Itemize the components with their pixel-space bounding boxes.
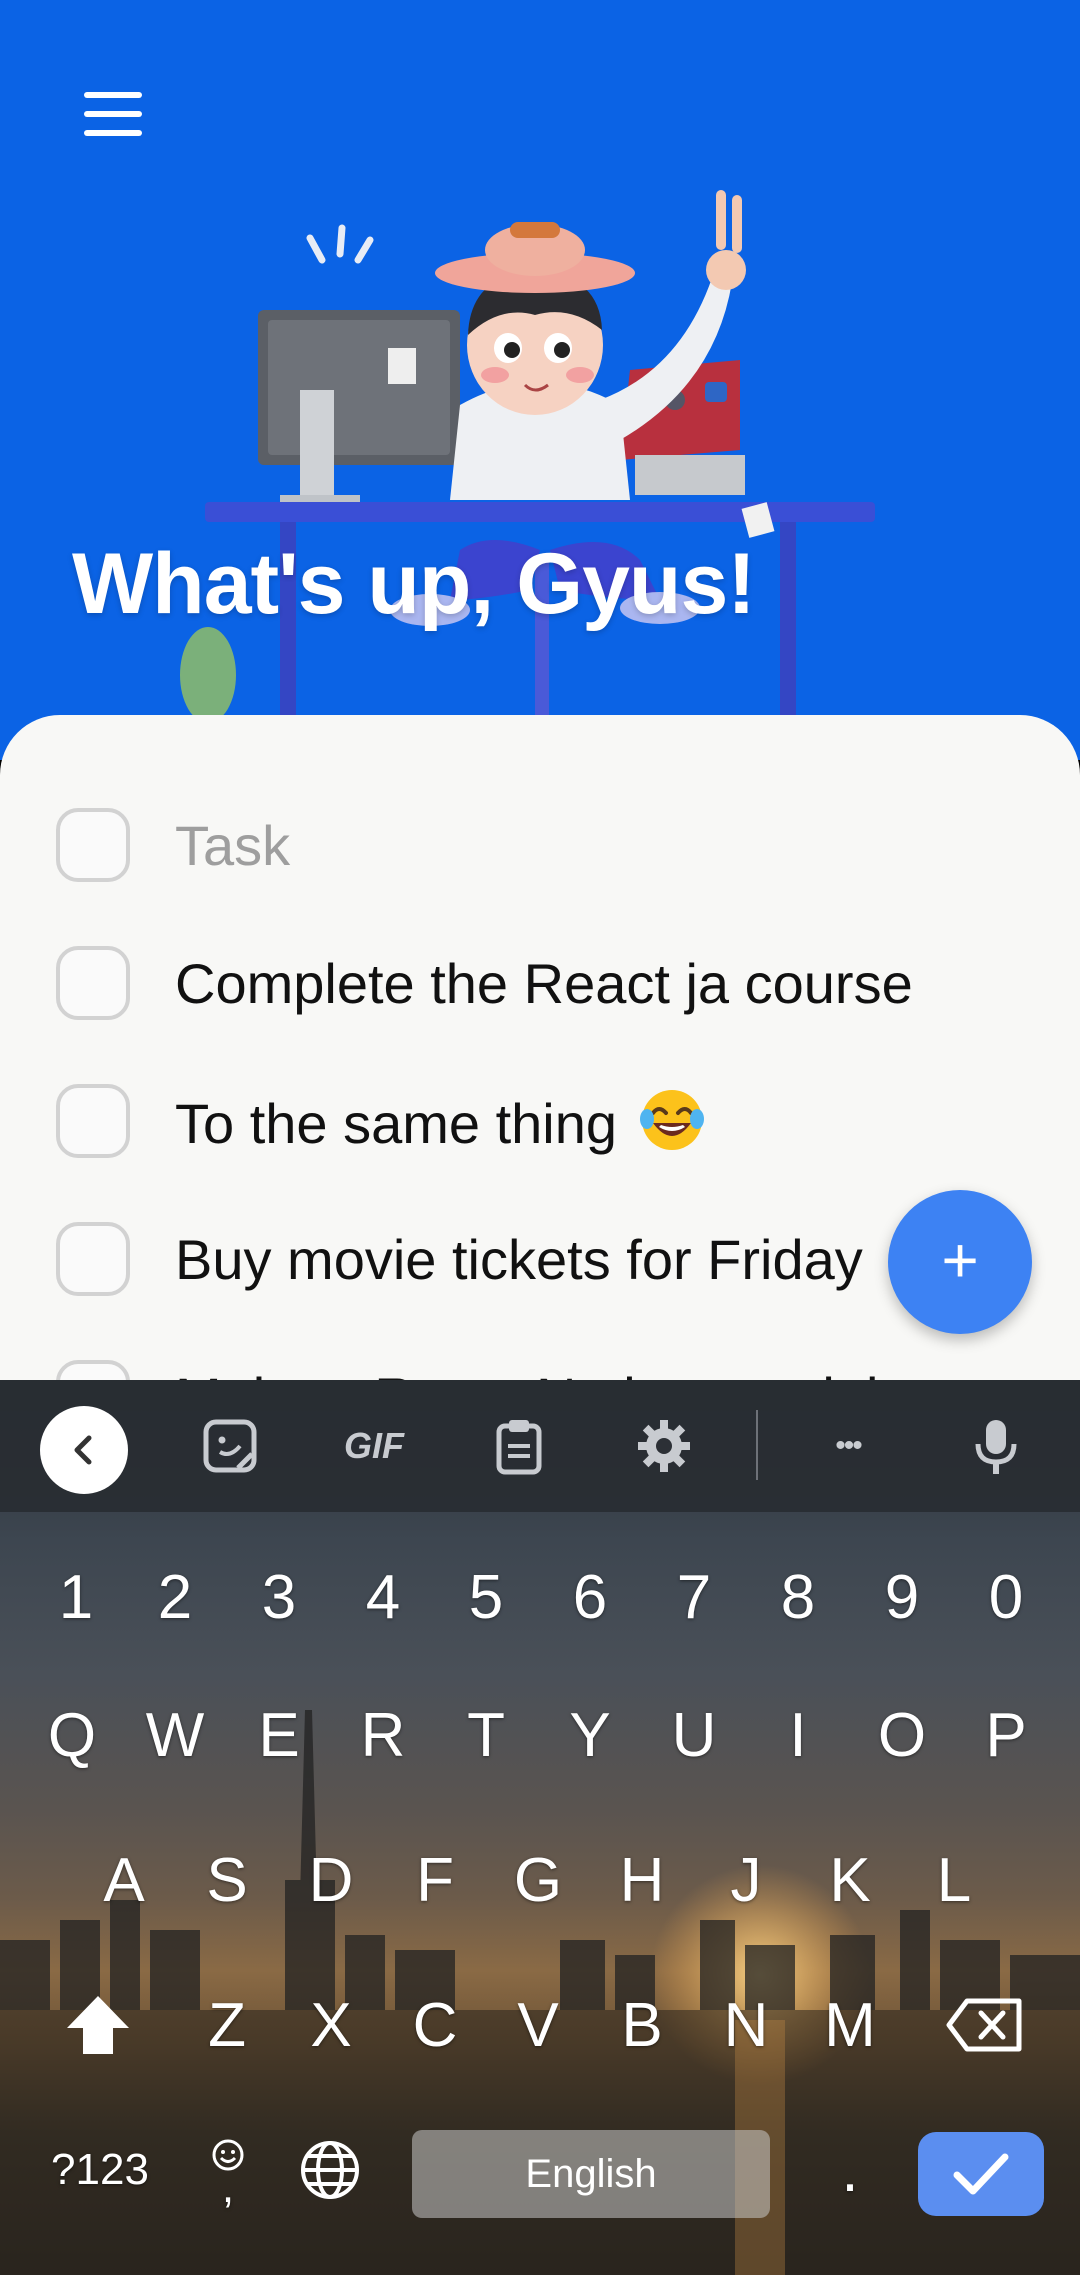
key-r[interactable]: R <box>335 1680 431 1790</box>
key-8[interactable]: 8 <box>750 1542 846 1652</box>
clipboard-icon[interactable] <box>475 1402 563 1490</box>
back-chevron-icon[interactable] <box>40 1406 128 1494</box>
key-2[interactable]: 2 <box>127 1542 223 1652</box>
task-checkbox[interactable] <box>56 946 130 1020</box>
shift-key[interactable] <box>50 1970 146 2080</box>
comma-emoji-key[interactable]: , <box>180 2115 276 2225</box>
task-row[interactable]: To the same thing <box>0 1061 1080 1181</box>
key-4[interactable]: 4 <box>335 1542 431 1652</box>
microphone-icon[interactable] <box>952 1402 1040 1490</box>
key-q[interactable]: Q <box>24 1680 120 1790</box>
task-checkbox[interactable] <box>56 1084 130 1158</box>
task-checkbox[interactable] <box>56 1360 130 1380</box>
key-d[interactable]: D <box>283 1825 379 1935</box>
key-c[interactable]: C <box>387 1970 483 2080</box>
plus-icon: + <box>941 1224 979 1296</box>
task-checkbox[interactable] <box>56 1222 130 1296</box>
key-e[interactable]: E <box>231 1680 327 1790</box>
key-y[interactable]: Y <box>542 1680 638 1790</box>
key-0[interactable]: 0 <box>958 1542 1054 1652</box>
key-a[interactable]: A <box>76 1825 172 1935</box>
task-text[interactable]: Complete the React ja course <box>175 951 913 1016</box>
key-n[interactable]: N <box>698 1970 794 2080</box>
key-k[interactable]: K <box>802 1825 898 1935</box>
workspace-illustration <box>180 190 875 730</box>
task-row[interactable]: Make a React Native tutorial <box>0 1337 1080 1380</box>
new-task-row[interactable]: Task <box>0 785 1080 905</box>
key-b[interactable]: B <box>594 1970 690 2080</box>
keyboard-toolbar: GIF ••• <box>0 1380 1080 1512</box>
task-text[interactable]: Make a React Native tutorial <box>175 1365 878 1381</box>
new-task-checkbox[interactable] <box>56 808 130 882</box>
key-6[interactable]: 6 <box>542 1542 638 1652</box>
key-g[interactable]: G <box>490 1825 586 1935</box>
symbols-key[interactable]: ?123 <box>40 2115 160 2225</box>
key-f[interactable]: F <box>387 1825 483 1935</box>
add-task-button[interactable]: + <box>888 1190 1032 1334</box>
gif-icon[interactable]: GIF <box>330 1402 418 1490</box>
key-3[interactable]: 3 <box>231 1542 327 1652</box>
task-text: To the same thing <box>175 1091 618 1155</box>
space-bar[interactable]: English <box>412 2130 770 2218</box>
key-o[interactable]: O <box>854 1680 950 1790</box>
key-i[interactable]: I <box>750 1680 846 1790</box>
settings-icon[interactable] <box>620 1402 708 1490</box>
tears-of-joy-emoji-icon <box>639 1089 704 1150</box>
key-w[interactable]: W <box>127 1680 223 1790</box>
gif-label: GIF <box>344 1425 404 1466</box>
greeting-title: What's up, Gyus! <box>72 536 756 632</box>
new-task-input[interactable]: Task <box>175 813 290 878</box>
key-t[interactable]: T <box>438 1680 534 1790</box>
language-globe-icon[interactable] <box>282 2115 378 2225</box>
task-text-wrapper[interactable]: To the same thing <box>175 1087 705 1156</box>
app-header: What's up, Gyus! <box>0 0 1080 760</box>
key-s[interactable]: S <box>179 1825 275 1935</box>
task-text[interactable]: Buy movie tickets for Friday <box>175 1227 863 1292</box>
key-5[interactable]: 5 <box>438 1542 534 1652</box>
key-7[interactable]: 7 <box>646 1542 742 1652</box>
toolbar-divider <box>756 1410 758 1480</box>
done-check-icon[interactable] <box>918 2132 1044 2216</box>
key-v[interactable]: V <box>490 1970 586 2080</box>
key-z[interactable]: Z <box>179 1970 275 2080</box>
key-9[interactable]: 9 <box>854 1542 950 1652</box>
key-m[interactable]: M <box>802 1970 898 2080</box>
key-u[interactable]: U <box>646 1680 742 1790</box>
comma-label: , <box>221 2162 235 2212</box>
sticker-icon[interactable] <box>186 1402 274 1490</box>
key-j[interactable]: J <box>698 1825 794 1935</box>
key-h[interactable]: H <box>594 1825 690 1935</box>
backspace-icon[interactable] <box>930 1970 1040 2080</box>
key-p[interactable]: P <box>958 1680 1054 1790</box>
key-1[interactable]: 1 <box>28 1542 124 1652</box>
key-l[interactable]: L <box>906 1825 1002 1935</box>
period-key[interactable]: . <box>802 2115 898 2225</box>
hamburger-menu-icon[interactable] <box>72 82 156 148</box>
task-row[interactable]: Complete the React ja course <box>0 923 1080 1043</box>
more-icon[interactable]: ••• <box>804 1402 892 1490</box>
key-x[interactable]: X <box>283 1970 379 2080</box>
more-label: ••• <box>835 1429 862 1462</box>
